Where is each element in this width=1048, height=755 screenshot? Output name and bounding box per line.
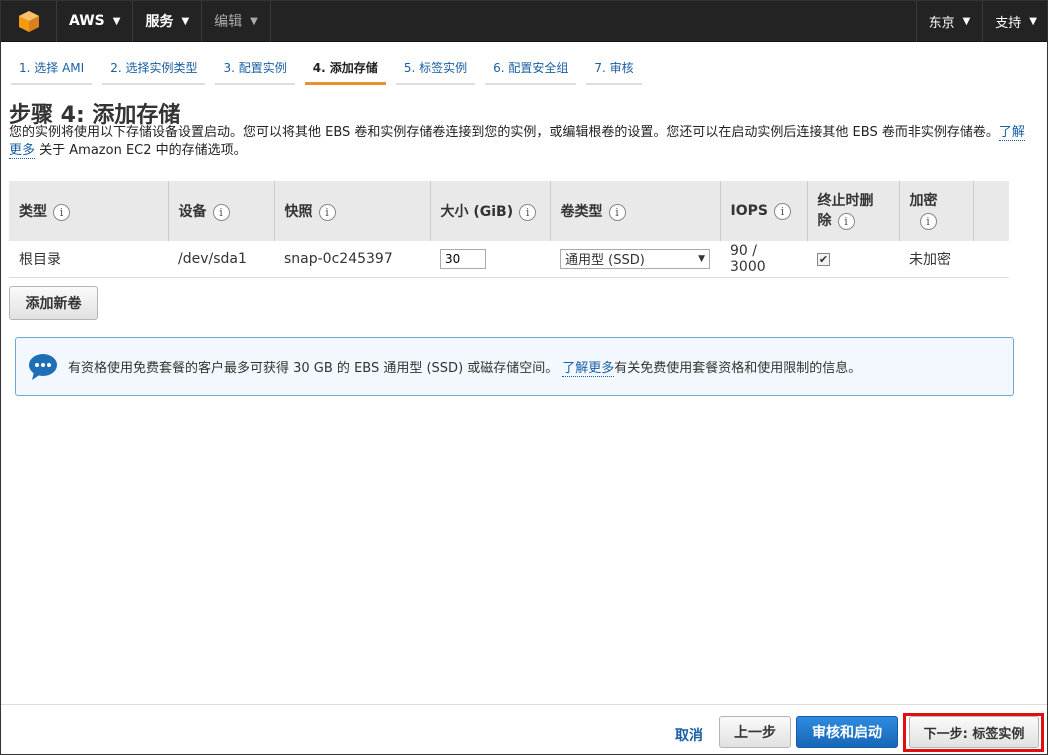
aws-logo-icon[interactable] xyxy=(1,1,57,42)
info-text: 有资格使用免费套餐的客户最多可获得 30 GB 的 EBS 通用型 (SSD) … xyxy=(68,361,559,376)
console-window: AWS ▼ 服务 ▼ 编辑 ▼ 东京 ▼ 支持 ▼ 1. 选择 AMI 2. 选… xyxy=(0,0,1048,755)
support-label: 支持 xyxy=(995,15,1022,31)
header-delete-on-termination: 终止时删除 i xyxy=(807,181,900,241)
previous-button[interactable]: 上一步 xyxy=(719,716,791,748)
chat-bubble-icon xyxy=(29,353,57,380)
size-input[interactable] xyxy=(440,248,486,269)
chevron-down-icon: ▼ xyxy=(250,15,258,27)
description-text: 您的实例将使用以下存储设备设置启动。您可以将其他 EBS 卷和实例存储卷连接到您… xyxy=(9,125,999,140)
chevron-down-icon: ▼ xyxy=(181,15,190,27)
tab-choose-ami[interactable]: 1. 选择 AMI xyxy=(11,57,93,85)
edit-menu-label: 编辑 xyxy=(214,14,243,30)
tab-choose-instance-type[interactable]: 2. 选择实例类型 xyxy=(102,57,206,85)
header-device: 设备 i xyxy=(168,181,275,241)
header-volume-type: 卷类型 i xyxy=(550,181,721,241)
volume-type-value: 通用型 (SSD) xyxy=(565,253,645,269)
cell-size xyxy=(430,241,550,278)
header-size: 大小 (GiB) i xyxy=(430,181,551,241)
info-icon[interactable]: i xyxy=(212,204,230,221)
wizard-footer: 取消 上一步 审核和启动 下一步: 标签实例 xyxy=(1,704,1047,754)
cell-actions xyxy=(973,241,1009,278)
tab-configure-security-group[interactable]: 6. 配置安全组 xyxy=(485,57,577,85)
volume-type-select[interactable]: 通用型 (SSD) ▼ xyxy=(560,248,710,269)
cancel-link[interactable]: 取消 xyxy=(675,725,703,745)
info-learn-more-link[interactable]: 了解更多 xyxy=(562,357,615,377)
cell-iops: 90 / 3000 xyxy=(720,241,807,278)
info-icon[interactable]: i xyxy=(53,204,70,221)
delete-on-termination-checkbox[interactable]: ✔ xyxy=(817,252,830,266)
support-menu[interactable]: 支持 ▼ xyxy=(982,1,1047,42)
cell-device: /dev/sda1 xyxy=(168,241,274,278)
header-type: 类型 i xyxy=(9,181,169,241)
tab-tag-instance[interactable]: 5. 标签实例 xyxy=(395,57,476,85)
storage-table: 类型 i 设备 i 快照 i 大小 (GiB) i 卷类型 i IOPS i 终止时删除 i … xyxy=(9,181,1009,278)
cell-encrypted: 未加密 xyxy=(899,241,973,278)
description-text-end: 关于 Amazon EC2 中的存储选项。 xyxy=(35,143,247,158)
info-icon[interactable]: i xyxy=(919,213,937,230)
dropdown-arrow-icon: ▼ xyxy=(698,253,705,264)
info-icon[interactable]: i xyxy=(519,204,537,221)
top-nav: AWS ▼ 服务 ▼ 编辑 ▼ 东京 ▼ 支持 ▼ xyxy=(1,1,1047,42)
cell-volume-type: 通用型 (SSD) ▼ xyxy=(550,241,720,278)
chevron-down-icon: ▼ xyxy=(962,15,971,27)
cell-delete-on-termination: ✔ xyxy=(807,241,899,278)
highlight-box xyxy=(903,713,1044,752)
table-header-row: 类型 i 设备 i 快照 i 大小 (GiB) i 卷类型 i IOPS i 终止时删除 i … xyxy=(9,181,1009,241)
services-menu[interactable]: 服务 ▼ xyxy=(133,1,203,42)
page-description: 您的实例将使用以下存储设备设置启动。您可以将其他 EBS 卷和实例存储卷连接到您… xyxy=(9,124,1029,160)
info-icon[interactable]: i xyxy=(773,202,791,220)
table-row: 根目录 /dev/sda1 snap-0c245397 通用型 (SSD) ▼ … xyxy=(9,241,1009,278)
cell-type: 根目录 xyxy=(9,241,168,278)
chevron-down-icon: ▼ xyxy=(112,15,121,27)
region-label: 东京 xyxy=(928,15,955,31)
services-menu-label: 服务 xyxy=(145,14,174,30)
header-actions xyxy=(973,181,1009,241)
header-encrypted: 加密 i xyxy=(899,181,974,241)
review-and-launch-button[interactable]: 审核和启动 xyxy=(796,716,898,748)
tab-configure-instance[interactable]: 3. 配置实例 xyxy=(215,57,295,85)
chevron-down-icon: ▼ xyxy=(1029,15,1037,27)
info-icon[interactable]: i xyxy=(837,213,855,230)
info-text-end: 有关免费使用套餐资格和使用限制的信息。 xyxy=(614,361,862,376)
aws-menu-label: AWS xyxy=(69,13,105,29)
tab-add-storage[interactable]: 4. 添加存储 xyxy=(304,57,386,85)
wizard-steps: 1. 选择 AMI 2. 选择实例类型 3. 配置实例 4. 添加存储 5. 标… xyxy=(11,57,642,85)
add-volume-button[interactable]: 添加新卷 xyxy=(9,286,98,320)
tab-review[interactable]: 7. 审核 xyxy=(586,57,642,85)
region-menu[interactable]: 东京 ▼ xyxy=(915,1,983,42)
info-icon[interactable]: i xyxy=(608,204,626,221)
free-tier-info-box: 有资格使用免费套餐的客户最多可获得 30 GB 的 EBS 通用型 (SSD) … xyxy=(15,337,1014,396)
info-icon[interactable]: i xyxy=(318,204,336,221)
aws-menu[interactable]: AWS ▼ xyxy=(57,1,134,42)
header-snapshot: 快照 i xyxy=(274,181,431,241)
edit-menu[interactable]: 编辑 ▼ xyxy=(202,1,271,42)
cell-snapshot: snap-0c245397 xyxy=(274,241,430,278)
header-iops: IOPS i xyxy=(720,181,808,241)
